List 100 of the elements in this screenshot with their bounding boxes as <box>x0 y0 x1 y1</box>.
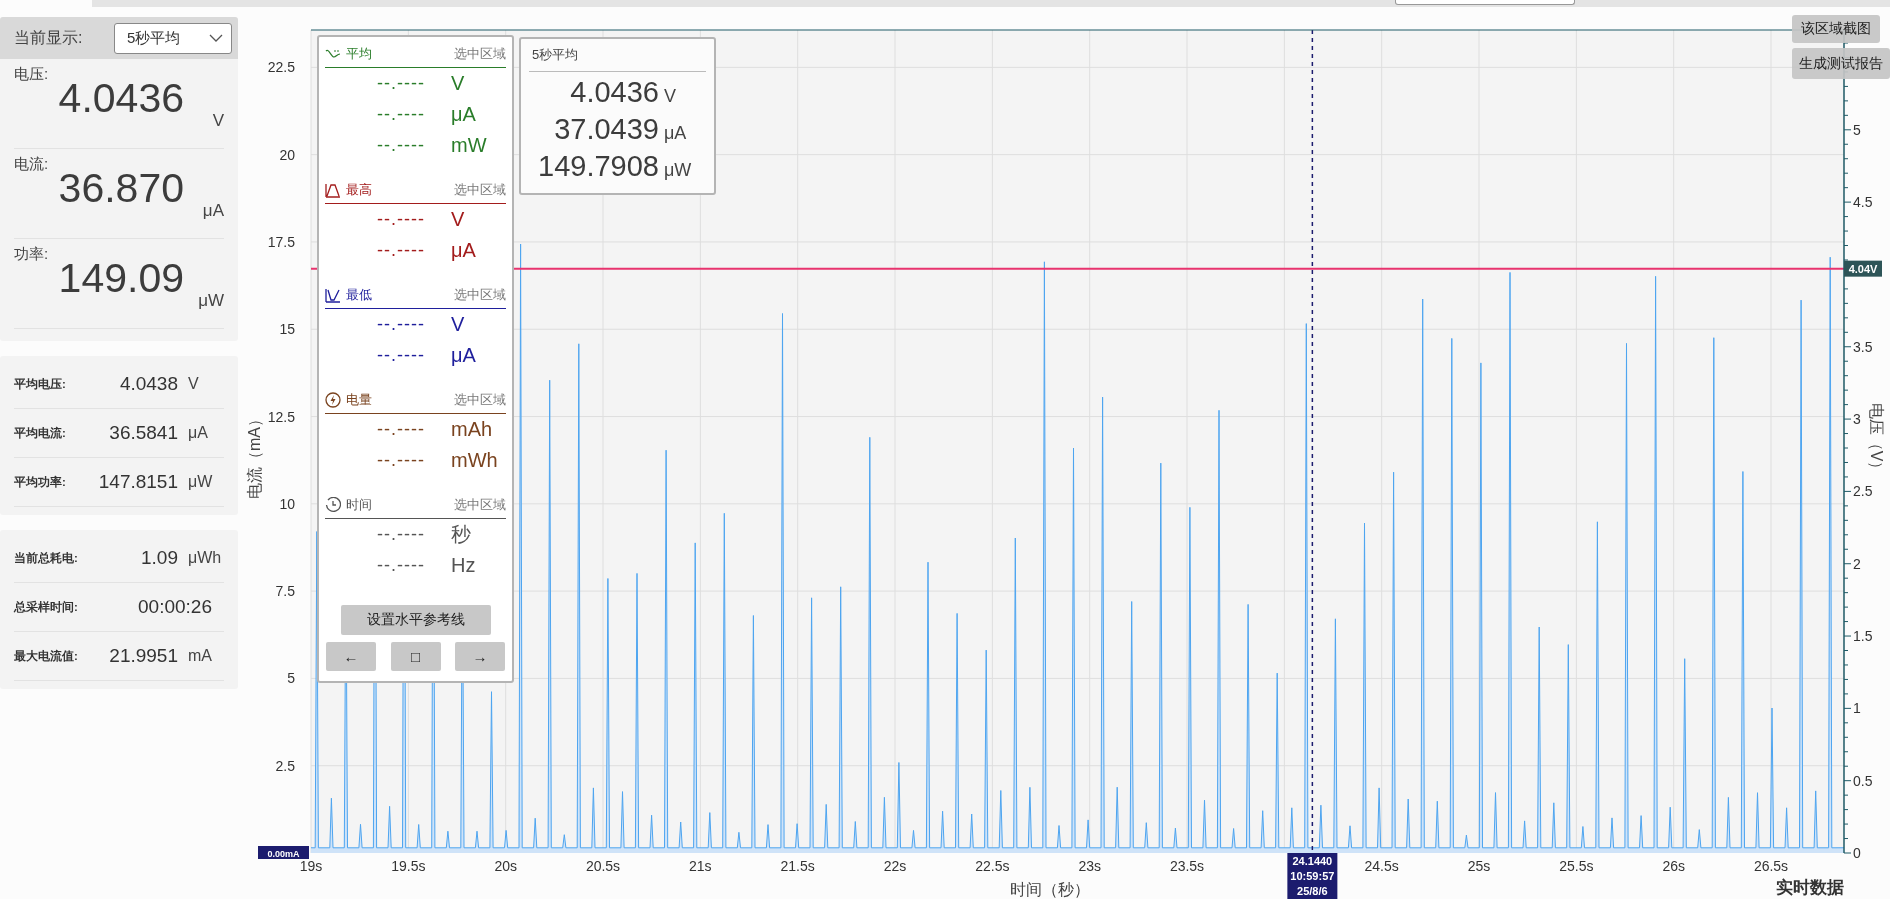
unit-label: V <box>451 208 465 231</box>
stat-value: 00:00:26 <box>137 596 212 618</box>
axis-label: 2.5 <box>275 757 295 774</box>
legend-value: --.---- <box>377 240 426 261</box>
axis-title: 电流（mA） <box>246 411 263 499</box>
axis-title: 电压（V） <box>1868 402 1885 478</box>
axis-label: 2 <box>1853 555 1861 572</box>
axis-label: 20s <box>494 858 517 874</box>
legend-value: --.---- <box>377 555 426 576</box>
stat-label: 最大电流值: <box>14 648 79 664</box>
section-title: 平均 <box>325 45 372 63</box>
axis-label: 12.5 <box>267 408 295 425</box>
axis-label: 25.5s <box>1559 858 1594 874</box>
axis-label: 20 <box>279 146 295 163</box>
nav-button[interactable]: ← <box>326 642 376 671</box>
axis-marker: 4.04V <box>1844 260 1882 277</box>
legend-value: --.---- <box>377 209 426 230</box>
axis-label: 4.5 <box>1853 194 1873 211</box>
unit-label: μA <box>451 103 476 126</box>
stat-value: 4.0438 <box>118 373 178 395</box>
axis-label: 5 <box>1853 121 1861 138</box>
unit-label: V <box>451 72 465 95</box>
unit-label: mW <box>451 134 487 157</box>
legend-value: --.---- <box>377 104 426 125</box>
axis-label: 24.5s <box>1364 858 1399 874</box>
axis-label: 20.5s <box>585 858 621 874</box>
unit-label: V <box>451 313 465 336</box>
nav-button[interactable]: □ <box>390 642 441 671</box>
axis-label: 22s <box>883 858 907 874</box>
readout-value: 149.7908 <box>537 150 659 183</box>
axis-label: 25s <box>1467 858 1491 874</box>
axis-label: 15 <box>279 321 295 338</box>
toolbar-button[interactable]: 该区域截图 <box>1792 15 1880 43</box>
legend-value: --.---- <box>377 73 426 94</box>
axis-label: 17.5 <box>267 233 295 250</box>
chevron-icon <box>209 34 223 42</box>
axis-label: 19.5s <box>391 858 426 874</box>
axis-label: 26s <box>1662 858 1685 874</box>
selector-label: 当前显示: <box>14 27 83 48</box>
stat-value: 21.9951 <box>108 645 178 667</box>
reading-value: 36.870 <box>58 165 184 212</box>
legend-value: --.---- <box>377 524 426 545</box>
unit-label: Hz <box>451 554 476 577</box>
unit-label: μW <box>664 160 692 181</box>
stat-label: 平均电流: <box>14 425 67 441</box>
peak-icon <box>325 182 341 198</box>
unit-label: μW <box>188 473 213 491</box>
reading-value: 149.09 <box>58 255 184 302</box>
axis-label: 22.5 <box>267 59 295 76</box>
axis-label: 7.5 <box>275 583 295 600</box>
unit-label: μA <box>451 239 476 262</box>
axis-label: 26.5s <box>1753 858 1789 874</box>
axis-label: 0 <box>1853 845 1861 861</box>
axis-label: 10 <box>279 495 295 512</box>
legend-value: --.---- <box>377 450 426 471</box>
readout-value: 4.0436 <box>569 76 659 109</box>
input-field[interactable] <box>1395 0 1575 5</box>
axis-marker: 0.00mA <box>258 846 309 859</box>
legend-value: --.---- <box>377 419 426 440</box>
lightning-icon <box>325 392 341 408</box>
axis-label: 23s <box>1078 858 1101 874</box>
unit-label: V <box>212 111 224 131</box>
axis-label: 22.5s <box>975 858 1010 874</box>
toolbar-button[interactable]: 生成测试报告 <box>1792 48 1890 79</box>
nav-button[interactable]: → <box>455 642 505 671</box>
legend-value: --.---- <box>377 314 426 335</box>
legend-value: --.---- <box>377 345 426 366</box>
stat-label: 总采样时间: <box>14 599 79 615</box>
unit-label: V <box>664 86 676 107</box>
legend-value: --.---- <box>377 135 426 156</box>
display-select[interactable]: 5秒平均 <box>114 22 232 54</box>
section-title: 时间 <box>325 496 372 514</box>
axis-label: 1.5 <box>1853 628 1873 645</box>
section-title: 最低 <box>325 286 372 304</box>
reading-label: 功率: <box>14 245 49 264</box>
axis-title: 时间（秒） <box>1010 881 1090 898</box>
unit-label: μW <box>198 291 224 311</box>
scope-label: 选中区域 <box>454 181 506 199</box>
unit-label: μA <box>664 123 687 144</box>
scope-label: 选中区域 <box>454 45 506 63</box>
section-title: 最高 <box>325 181 372 199</box>
unit-label: μA <box>451 344 476 367</box>
reading-value: 4.0436 <box>58 75 184 122</box>
unit-label: V <box>188 375 199 393</box>
scope-label: 选中区域 <box>454 496 506 514</box>
scope-label: 选中区域 <box>454 391 506 409</box>
stat-value: 36.5841 <box>108 422 178 444</box>
reference-line-button[interactable]: 设置水平参考线 <box>340 605 491 635</box>
axis-label: 21s <box>689 858 712 874</box>
axis-label: 19s <box>299 858 323 874</box>
axis-label: 3 <box>1853 411 1861 428</box>
stat-label: 平均功率: <box>14 474 67 490</box>
scope-label: 选中区域 <box>454 286 506 304</box>
readout-title: 5秒平均 <box>529 43 706 72</box>
axis-label: 5 <box>287 670 295 687</box>
unit-label: μA <box>202 201 224 221</box>
reading-label: 电压: <box>14 65 49 84</box>
unit-label: mA <box>188 647 212 665</box>
axis-label: 0.5 <box>1853 772 1873 789</box>
unit-label: mAh <box>451 418 493 441</box>
